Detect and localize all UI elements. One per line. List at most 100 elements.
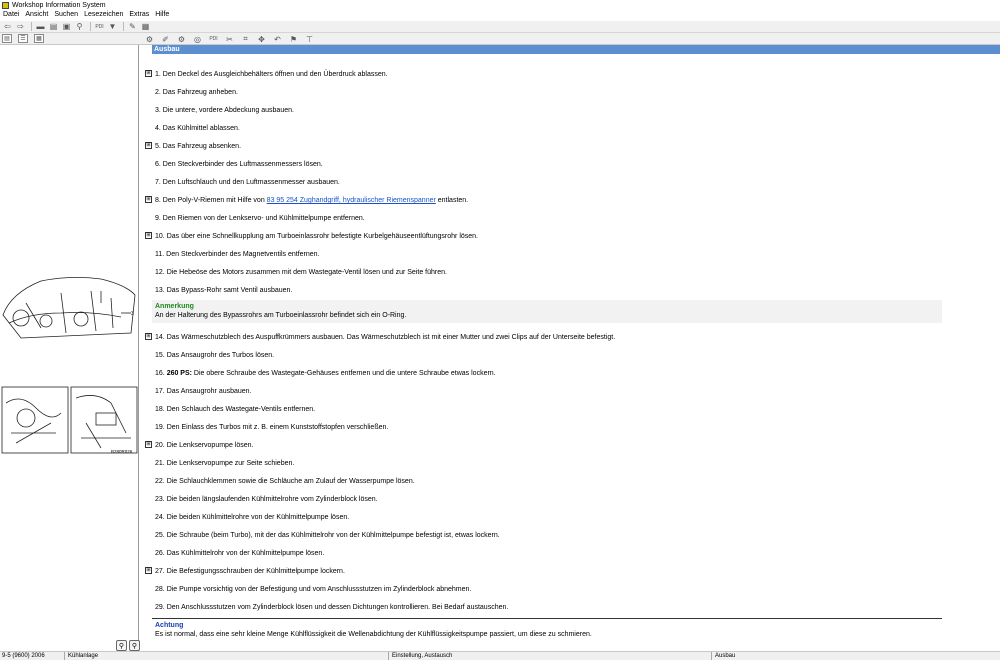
move-icon[interactable]: ✥ (256, 34, 267, 44)
step-number: 25. (155, 532, 165, 539)
step-text: Die Lenkservopumpe zur Seite schieben. (166, 460, 295, 467)
step-detail-icon[interactable]: ⊞ (145, 232, 152, 239)
step-text: Die untere, vordere Abdeckung ausbauen. (162, 107, 294, 114)
back-arrow-icon[interactable]: ⇦ (2, 22, 13, 32)
wiring-icon[interactable]: ⌗ (240, 34, 251, 44)
step-text: Den Luftschlauch und den Luftmassenmesse… (162, 179, 340, 186)
illustration-code: B280R026 (111, 449, 133, 454)
undo-icon[interactable]: ↶ (272, 34, 283, 44)
step-28: 28. Die Pumpe vorsichtig von der Befesti… (155, 585, 471, 594)
note-title: Anmerkung (155, 303, 194, 310)
step-number: 5. (155, 143, 161, 150)
bookmark-icon[interactable]: ▦ (140, 22, 151, 32)
step-13: 13. Das Bypass-Rohr samt Ventil ausbauen… (155, 286, 292, 295)
engine-icon[interactable]: ⚙ (144, 34, 155, 44)
step-1: 1. Den Deckel des Ausgleichbehälters öff… (155, 70, 388, 79)
magnify-icon[interactable]: ⚲ (74, 22, 85, 32)
document-content: Ausbau ⊞ 1. Den Deckel des Ausgleichbehäl… (140, 45, 1000, 651)
step-text: Den Deckel des Ausgleichbehälters öffnen… (162, 71, 388, 78)
menu-hilfe[interactable]: Hilfe (152, 10, 172, 20)
step-number: 11. (155, 251, 165, 258)
window-title: Workshop Information System (12, 1, 106, 9)
step-text: Den Anschlussstutzen vom Zylinderblock l… (166, 604, 509, 611)
step-text: Das Ansaugrohr des Turbos lösen. (166, 352, 275, 359)
toolbox-icon[interactable]: ▣ (61, 22, 72, 32)
funnel-icon[interactable]: ▼ (107, 22, 118, 32)
pencil-icon[interactable]: ✎ (127, 22, 138, 32)
zoom-out-button[interactable]: ⚲ (129, 640, 140, 651)
step-number: 16. (155, 370, 165, 377)
step-number: 14. (155, 334, 165, 341)
step-number: 3. (155, 107, 161, 114)
step-number: 19. (155, 424, 165, 431)
tool-link[interactable]: 83 95 254 Zughandgriff, hydraulischer Ri… (267, 197, 436, 204)
callout-3: 3 (131, 311, 134, 317)
step-5: 5. Das Fahrzeug absenken. (155, 142, 241, 151)
step-number: 15. (155, 352, 165, 359)
title-bar: Workshop Information System (0, 0, 1000, 10)
step-detail-icon[interactable]: ⊞ (145, 196, 152, 203)
step-text: Den Steckverbinder des Magnetventils ent… (166, 251, 320, 258)
tree-view-icon[interactable]: ▤ (2, 34, 12, 43)
forward-arrow-icon[interactable]: ⇨ (15, 22, 26, 32)
main-toolbar: ⇦ ⇨ ▬ ▤ ▣ ⚲ PDI ▼ ✎ ▦ (0, 21, 1000, 33)
zoom-controls: ⚲ ⚲ (116, 640, 142, 651)
step-text: Den Schlauch des Wastegate-Ventils entfe… (166, 406, 316, 413)
car-icon[interactable]: ▬ (35, 22, 46, 32)
step-23: 23. Die beiden längslaufenden Kühlmittel… (155, 495, 378, 504)
warning-title: Achtung (155, 622, 184, 629)
step-number: 22. (155, 478, 165, 485)
zoom-in-button[interactable]: ⚲ (116, 640, 127, 651)
step-detail-icon[interactable]: ⊞ (145, 70, 152, 77)
step-text: Das Kühlmittel ablassen. (162, 125, 240, 132)
list-view-icon[interactable]: ☰ (18, 34, 28, 43)
brake-icon[interactable]: ◎ (192, 34, 203, 44)
step-number: 12. (155, 269, 165, 276)
hoist-icon[interactable]: ⊤ (304, 34, 315, 44)
step-9: 9. Den Riemen von der Lenkservo- und Küh… (155, 214, 365, 223)
menu-extras[interactable]: Extras (126, 10, 152, 20)
engine-illustration[interactable]: 3 B280R026 (1, 273, 138, 457)
step-text: Den Einlass des Turbos mit z. B. einem K… (166, 424, 389, 431)
step-variant-label: 260 PS: (166, 370, 192, 377)
step-number: 1. (155, 71, 161, 78)
menu-ansicht[interactable]: Ansicht (22, 10, 51, 20)
step-detail-icon[interactable]: ⊞ (145, 142, 152, 149)
step-text: Die beiden längslaufenden Kühlmittelrohr… (166, 496, 378, 503)
step-26: 26. Das Kühlmittelrohr von der Kühlmitte… (155, 549, 324, 558)
step-text: Die Schlauchklemmen sowie die Schläuche … (166, 478, 415, 485)
step-19: 19. Den Einlass des Turbos mit z. B. ein… (155, 423, 388, 432)
print-icon[interactable]: ▤ (48, 22, 59, 32)
detail-view-icon[interactable]: ▦ (34, 34, 44, 43)
gears-icon[interactable]: ⚙ (176, 34, 187, 44)
step-text: Den Riemen von der Lenkservo- und Kühlmi… (162, 215, 365, 222)
menu-datei[interactable]: Datei (0, 10, 22, 20)
step-number: 10. (155, 233, 165, 240)
spark-plug-icon[interactable]: ✐ (160, 34, 171, 44)
step-text: Die Pumpe vorsichtig von der Befestigung… (166, 586, 472, 593)
step-10: 10. Das über eine Schnellkupplung am Tur… (155, 232, 478, 241)
step-12: 12. Die Hebeöse des Motors zusammen mit … (155, 268, 447, 277)
step-detail-icon[interactable]: ⊞ (145, 333, 152, 340)
flag-icon[interactable]: ⚑ (288, 34, 299, 44)
step-text: Die Befestigungsschrauben der Kühlmittel… (166, 568, 345, 575)
step-number: 23. (155, 496, 165, 503)
step-text: Die Hebeöse des Motors zusammen mit dem … (166, 269, 447, 276)
step-16: 16. 260 PS: Die obere Schraube des Waste… (155, 369, 496, 378)
pdi-icon[interactable]: PDI (94, 22, 105, 32)
tools-icon[interactable]: ✂ (224, 34, 235, 44)
step-detail-icon[interactable]: ⊞ (145, 567, 152, 574)
warning-box: Achtung Es ist normal, dass eine sehr kle… (152, 618, 942, 642)
step-number: 20. (155, 442, 165, 449)
step-text: Das Bypass-Rohr samt Ventil ausbauen. (166, 287, 293, 294)
menu-lesezeichen[interactable]: Lesezeichen (81, 10, 126, 20)
pdi-icon[interactable]: PDI (208, 34, 219, 44)
menu-suchen[interactable]: Suchen (51, 10, 81, 20)
step-text: Das Fahrzeug absenken. (162, 143, 242, 150)
warning-text: Es ist normal, dass eine sehr kleine Men… (155, 631, 592, 638)
step-20: 20. Die Lenkservopumpe lösen. (155, 441, 253, 450)
step-detail-icon[interactable]: ⊞ (145, 441, 152, 448)
step-text: Das Wärmeschutzblech des Auspuffkrümmers… (166, 334, 616, 341)
step-8: 8. Den Poly-V-Riemen mit Hilfe von 83 95… (155, 196, 468, 205)
step-number: 17. (155, 388, 165, 395)
